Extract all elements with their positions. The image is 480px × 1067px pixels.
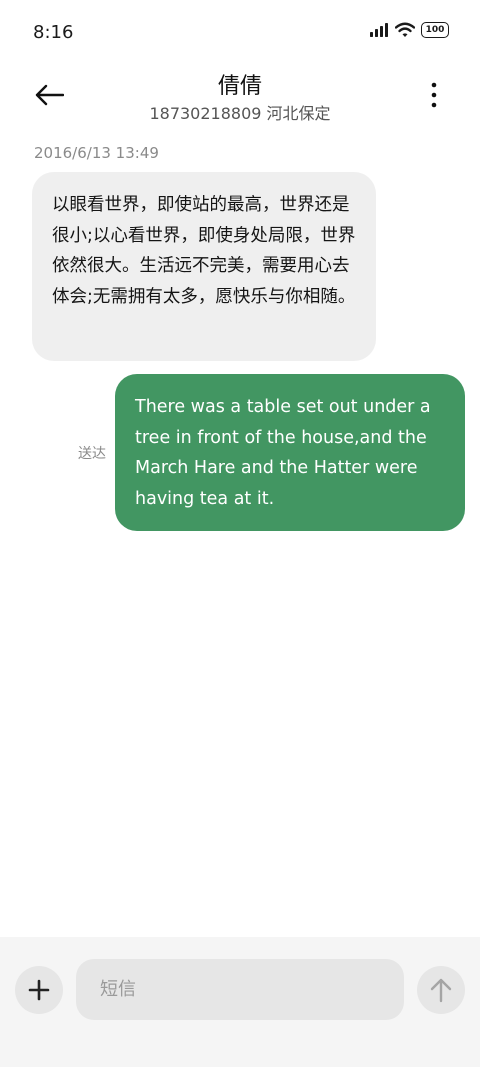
- status-icons: 100: [369, 22, 449, 38]
- message-input[interactable]: [76, 959, 404, 1020]
- composer-bar: [0, 937, 480, 1067]
- send-arrow-icon: [430, 978, 452, 1003]
- plus-icon: [28, 979, 50, 1001]
- more-vertical-icon: [431, 82, 437, 108]
- back-button[interactable]: [32, 78, 66, 112]
- send-button[interactable]: [417, 966, 465, 1014]
- battery-icon: 100: [421, 22, 449, 38]
- message-timestamp: 2016/6/13 13:49: [34, 144, 159, 162]
- attach-button[interactable]: [15, 966, 63, 1014]
- back-arrow-icon: [35, 84, 64, 106]
- delivery-status: 送达: [78, 446, 106, 462]
- conversation-header: 倩倩 18730218809 河北保定: [0, 68, 480, 128]
- contact-name: 倩倩: [217, 74, 262, 99]
- status-time: 8:16: [33, 22, 74, 43]
- status-bar: 8:16 100: [0, 0, 480, 68]
- signal-icon: [370, 23, 388, 37]
- incoming-message-bubble[interactable]: 以眼看世界，即使站的最高，世界还是很小;以心看世界，即使身处局限，世界依然很大。…: [32, 172, 376, 361]
- wifi-icon: [395, 22, 415, 37]
- contact-number-location: 18730218809 河北保定: [149, 104, 331, 123]
- outgoing-message-bubble[interactable]: There was a table set out under a tree i…: [115, 374, 465, 531]
- more-options-button[interactable]: [424, 80, 444, 110]
